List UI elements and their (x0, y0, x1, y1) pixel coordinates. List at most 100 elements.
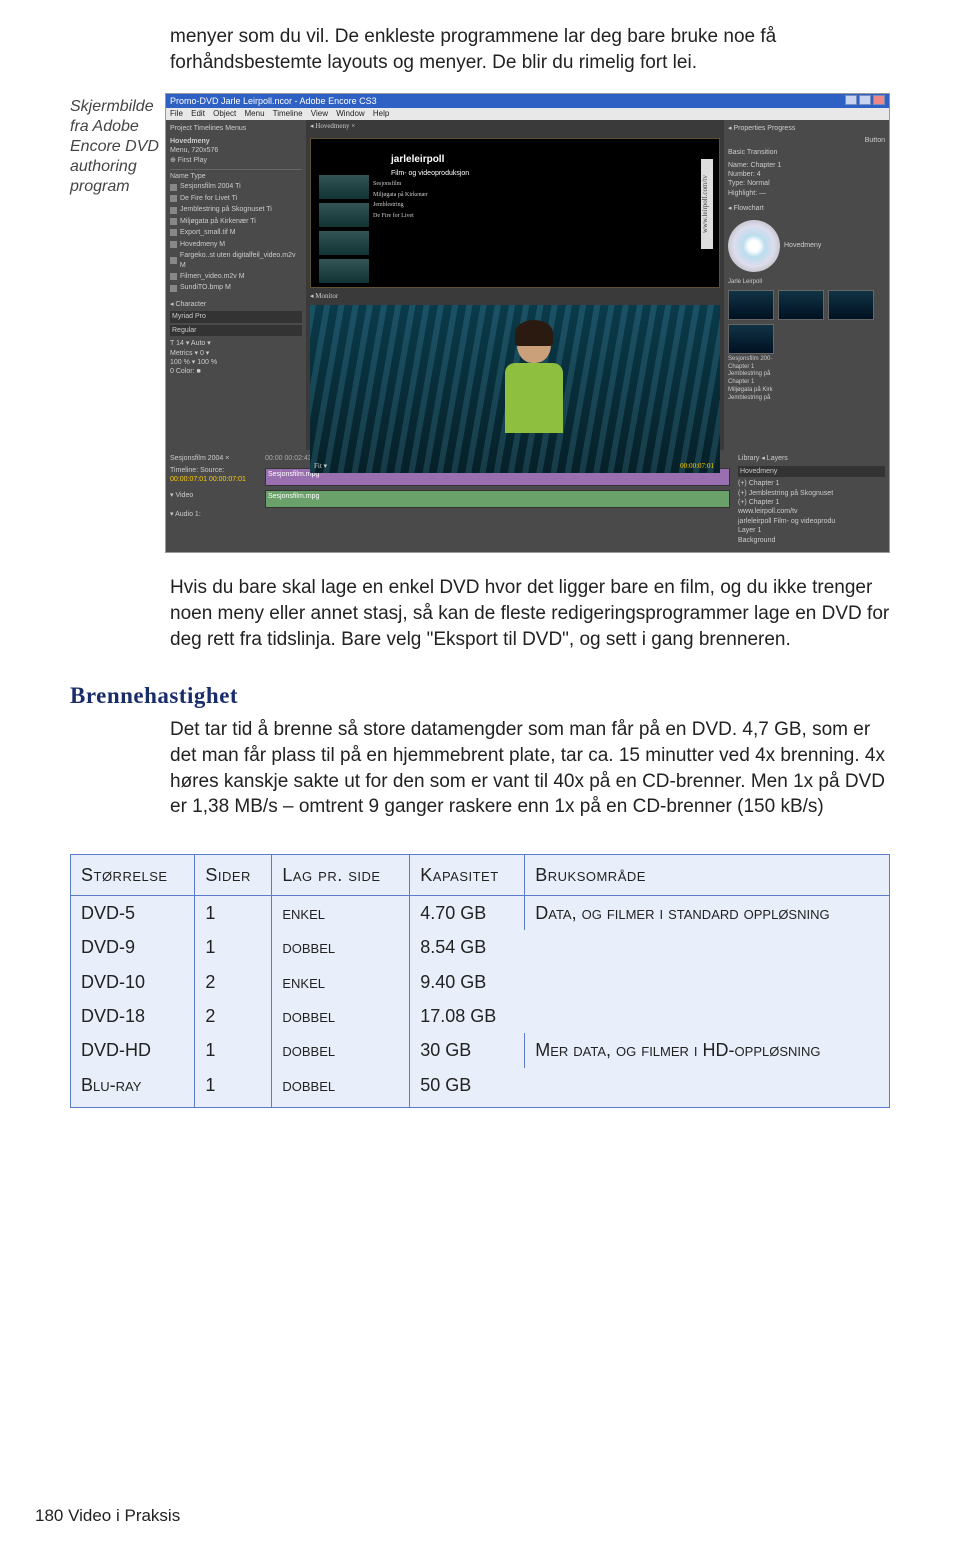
left-cols: Name Type (170, 169, 302, 181)
cell: 30 GB (410, 1033, 525, 1067)
cell: enkel (272, 896, 410, 931)
flowchart-tab: ◂ Flowchart (728, 204, 885, 213)
layer-row: jarleleirpoll Film- og videoprodu (738, 517, 885, 526)
menu-thumb (319, 231, 369, 255)
cell: 1 (195, 1033, 272, 1067)
cell: 50 GB (410, 1068, 525, 1107)
layer-row: (+) Chapter 1 (738, 498, 885, 507)
disc-icon (728, 220, 780, 272)
intro-paragraph: menyer som du vil. De enkleste programme… (170, 24, 890, 75)
center-panel: ◂ Hovedmeny × jarleleirpoll Film- og vid… (306, 120, 724, 450)
encore-screenshot: Promo-DVD Jarle Leirpoll.ncor - Adobe En… (165, 93, 890, 553)
menu-thumb (319, 175, 369, 199)
layer-row: Layer 1 (738, 526, 885, 535)
layers-tab: Library ◂ Layers (738, 454, 885, 463)
thumb-label: Sesjonsfilm (373, 179, 428, 190)
cell: DVD-10 (71, 965, 195, 999)
layer-row: (+) Jemblestring på Skognuset (738, 489, 885, 498)
cell: 1 (195, 1068, 272, 1107)
layer-row: (+) Chapter 1 (738, 479, 885, 488)
flow-thumbs (728, 290, 885, 354)
section-heading-brennehastighet: Brennehastighet (70, 680, 890, 711)
thumb-label: Miljøgata på Kirkenær (373, 190, 428, 201)
flow-label: Jemblestring på (728, 395, 885, 403)
flow-label: Jemblestring på (728, 371, 885, 379)
cell: DVD-18 (71, 999, 195, 1033)
th-kapasitet: Kapasitet (410, 855, 525, 896)
left-firstplay: ⊕ First Play (170, 156, 302, 165)
menu-editor: jarleleirpoll Film- og videoproduksjon S… (310, 138, 720, 288)
layers-head: Hovedmeny (738, 466, 885, 477)
flow-label: Sesjonsfilm 200· (728, 356, 885, 364)
table-row: DVD-5 1 enkel 4.70 GB Data, og filmer i … (71, 896, 889, 931)
cell: 9.40 GB (410, 965, 525, 999)
audio-clip: Sesjonsfilm.mpg (265, 490, 730, 508)
cell: 2 (195, 965, 272, 999)
menu-menu: Menu (245, 109, 265, 118)
cell-use2: Mer data, og filmer i HD-oppløsning (525, 1033, 889, 1107)
left-sub: Menu, 720x576 (170, 146, 302, 155)
mid-tab: ◂ Hovedmeny × (306, 120, 724, 133)
asset-row: Sesjonsfilm 2004 Ti (170, 181, 302, 192)
menu-object: Object (213, 109, 236, 118)
cell-use1: Data, og filmer i standard oppløsning (525, 896, 889, 1034)
menu-help: Help (373, 109, 389, 118)
cell: DVD-HD (71, 1033, 195, 1067)
layer-row: www.leirpoll.com/tv (738, 507, 885, 516)
prop-tabs: Basic Transition (728, 148, 885, 157)
layer-row: Background (738, 536, 885, 545)
font-style: Regular (170, 325, 302, 336)
tl-label: Timeline: Source: (170, 466, 257, 475)
table-header-row: Størrelse Sider Lag pr. side Kapasitet B… (71, 855, 889, 896)
font-name: Myriad Pro (170, 311, 302, 322)
character-panel: ◂ Character (170, 300, 302, 309)
cell: dobbel (272, 999, 410, 1033)
asset-row: SundiTO.bmp M (170, 282, 302, 293)
cell: 1 (195, 930, 272, 964)
menu-file: File (170, 109, 183, 118)
asset-row: Fargeko..st uten digitalfeil_video.m2v M (170, 250, 302, 271)
menu-window: Window (336, 109, 364, 118)
left-header: Hovedmeny (170, 137, 302, 146)
disc-label: Jarle Leirpoll (728, 278, 885, 286)
asset-row: Miljøgata på Kirkenær Ti (170, 216, 302, 227)
cell: 4.70 GB (410, 896, 525, 931)
flow-label: Chapter 1 (728, 379, 885, 387)
vertical-url: www.leirpoll.com/tv (701, 159, 713, 249)
asset-row: Jemblestring på Skognuset Ti (170, 204, 302, 215)
th-storrelse: Størrelse (71, 855, 195, 896)
paragraph-2: Hvis du bare skal lage en enkel DVD hvor… (170, 575, 890, 652)
prop-num: Number: 4 (728, 170, 885, 179)
prop-type: Type: Normal (728, 179, 885, 188)
cell: 1 (195, 896, 272, 931)
prop-name: Name: Chapter 1 (728, 161, 885, 170)
thumb-label: Jemblestring (373, 200, 428, 211)
dvd-table: Størrelse Sider Lag pr. side Kapasitet B… (70, 854, 890, 1108)
window-titlebar: Promo-DVD Jarle Leirpoll.ncor - Adobe En… (166, 94, 889, 108)
cell: 8.54 GB (410, 930, 525, 964)
asset-row: Export_small.tif M (170, 227, 302, 238)
th-sider: Sider (195, 855, 272, 896)
audio-track-label: ▾ Audio 1: (170, 510, 257, 519)
right-tabs: ◂ Properties Progress (728, 124, 885, 133)
prop-highlight: Highlight: — (728, 189, 885, 198)
menu-thumb (319, 203, 369, 227)
asset-row: Hovedmeny M (170, 239, 302, 250)
monitor-tab: ◂ Monitor (306, 292, 724, 301)
th-bruksomrade: Bruksområde (525, 855, 889, 896)
window-buttons (843, 95, 885, 108)
cell: Blu-ray (71, 1068, 195, 1107)
cell: 2 (195, 999, 272, 1033)
pct-row: 100 % ▾ 100 % (170, 358, 302, 367)
figure-caption: Skjermbilde fra Adobe Encore DVD authori… (70, 97, 165, 197)
menu-timeline: Timeline (273, 109, 303, 118)
left-tabs: Project Timelines Menus (170, 124, 302, 133)
cell: DVD-5 (71, 896, 195, 931)
thumb-label: De Fire for Livet (373, 211, 428, 222)
cell: DVD-9 (71, 930, 195, 964)
timecode: 00:00:07:01 (680, 462, 714, 471)
cell: enkel (272, 965, 410, 999)
project-panel: Project Timelines Menus Hovedmeny Menu, … (166, 120, 306, 450)
right-panel: ◂ Properties Progress Button Basic Trans… (724, 120, 889, 450)
asset-row: De Fire for Livet Ti (170, 193, 302, 204)
